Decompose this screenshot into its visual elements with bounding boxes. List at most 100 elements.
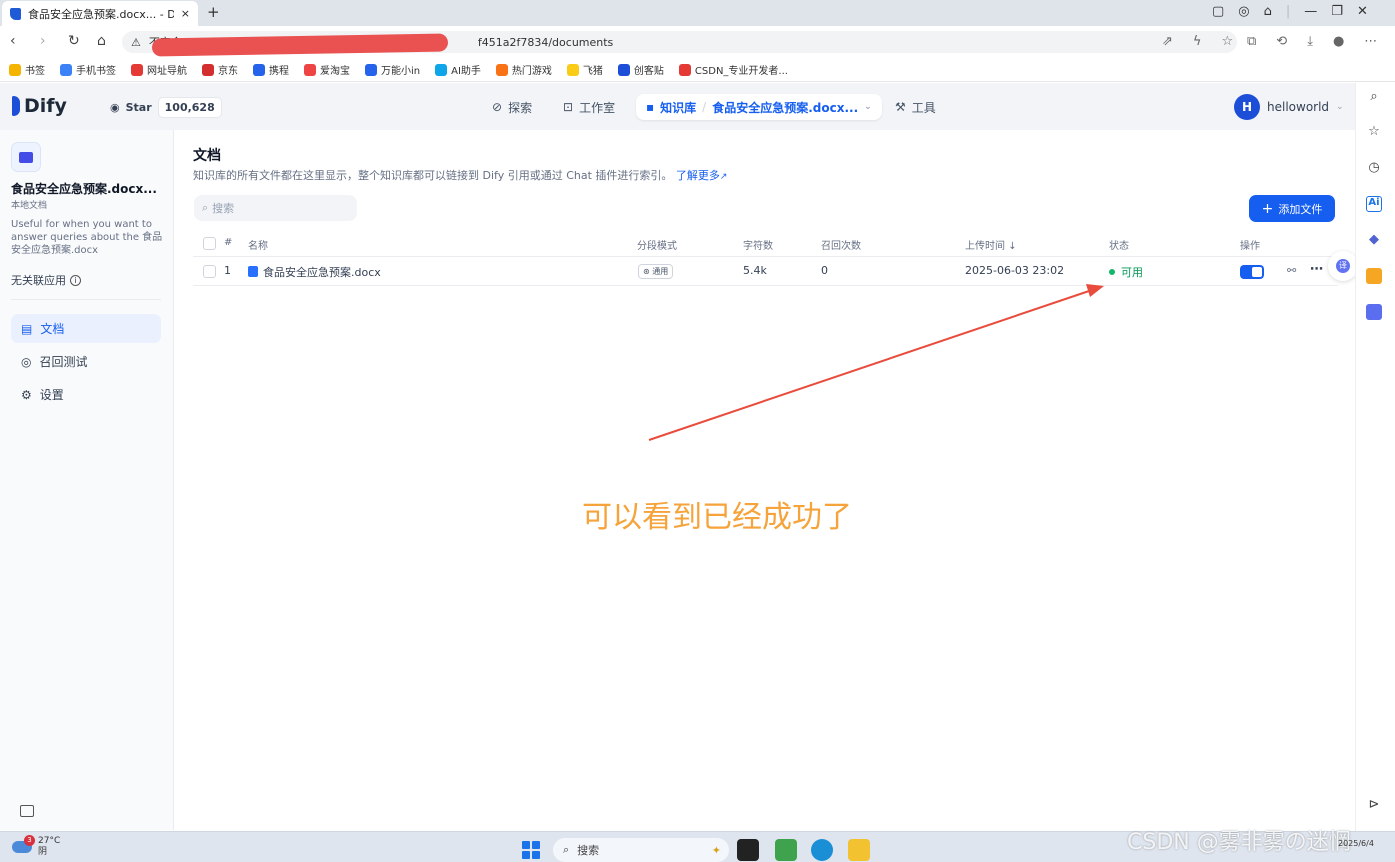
dify-logo[interactable]: Dify — [12, 95, 67, 117]
ai-icon[interactable]: Ai — [1366, 196, 1382, 212]
column-header-upload-time[interactable]: 上传时间 ↓ — [965, 237, 1017, 252]
dify-logo-icon — [12, 96, 20, 116]
workspaces-icon[interactable]: ◎ — [1238, 4, 1249, 19]
docx-file-icon — [248, 266, 258, 277]
back-icon[interactable]: ‹ — [10, 33, 16, 49]
sidebar-item-settings[interactable]: ⚙ 设置 — [11, 380, 161, 409]
nav-tools[interactable]: ⚒ 工具 — [885, 94, 946, 120]
bookmark-item[interactable]: 携程 — [253, 62, 289, 77]
bookmark-icon — [9, 63, 21, 76]
sort-arrow-icon: ↓ — [1008, 241, 1017, 252]
bookmark-item[interactable]: 书签 — [9, 62, 45, 77]
file-explorer-icon[interactable] — [848, 839, 870, 861]
nav-studio[interactable]: ⊡ 工作室 — [553, 94, 625, 120]
nav-studio-label: 工作室 — [579, 100, 616, 115]
dataset-type: 本地文档 — [11, 201, 48, 211]
search-icon[interactable]: ⌕ — [1366, 89, 1382, 105]
notification-badge: 3 — [24, 835, 35, 846]
close-window-icon[interactable]: ✕ — [1357, 4, 1368, 19]
external-link-icon[interactable]: ↗ — [720, 172, 728, 182]
bookmark-icon — [304, 63, 316, 76]
edge-browser-icon[interactable] — [811, 839, 833, 861]
expand-panel-icon[interactable]: ⊳ — [1366, 797, 1382, 813]
status-badge: 可用 — [1109, 264, 1143, 280]
restore-icon[interactable]: ❐ — [1331, 4, 1343, 19]
translate-icon[interactable] — [1366, 304, 1382, 320]
extensions-puzzle-icon[interactable]: ⧉ — [1247, 34, 1256, 49]
row-checkbox[interactable] — [203, 265, 216, 278]
bookmark-item[interactable]: 爱淘宝 — [304, 62, 350, 77]
bookmark-item[interactable]: 创客贴 — [617, 62, 664, 77]
favorite-star-icon[interactable]: ☆ — [1221, 34, 1233, 49]
collapse-sidebar-icon[interactable] — [20, 805, 34, 817]
github-star-widget[interactable]: ◉ Star 100,628 — [110, 97, 222, 118]
lightning-icon[interactable]: ϟ — [1193, 34, 1202, 49]
weather-widget[interactable]: 3 27°C 阴 — [12, 835, 60, 858]
sidebar-item-documents[interactable]: ▤ 文档 — [11, 314, 161, 343]
info-icon[interactable]: i — [70, 274, 81, 286]
translate-float-button[interactable]: 译 — [1328, 251, 1358, 281]
column-header-name: 名称 — [248, 241, 268, 252]
add-file-label: 添加文件 — [1278, 202, 1323, 216]
star-icon[interactable]: ☆ — [1366, 124, 1382, 140]
divider — [193, 285, 1338, 286]
column-header-chars: 字符数 — [743, 241, 773, 252]
bookmark-item[interactable]: 京东 — [202, 62, 238, 77]
clock-icon[interactable]: ◷ — [1366, 160, 1382, 176]
bookmark-item[interactable]: AI助手 — [435, 62, 481, 77]
reload-icon[interactable]: ↻ — [68, 33, 80, 49]
tab-close-icon[interactable]: × — [181, 7, 190, 20]
app-icon[interactable] — [775, 839, 797, 861]
game-controller-icon[interactable]: ◆ — [1366, 232, 1382, 248]
new-tab-button[interactable]: + — [207, 3, 220, 21]
downloads-icon[interactable]: ⤓ — [1307, 34, 1313, 49]
profile-avatar-icon[interactable]: ● — [1333, 34, 1344, 49]
learn-more-link[interactable]: 了解更多 — [676, 169, 720, 182]
clock: 2025/6/4 — [1338, 838, 1374, 850]
more-actions-icon[interactable]: ⋯ — [1310, 262, 1323, 277]
bookmark-item[interactable]: 手机书签 — [60, 62, 116, 77]
taskbar-search[interactable]: ⌕ 搜索 ✦ — [553, 838, 729, 862]
bookmark-item[interactable]: 万能小in — [365, 62, 420, 77]
divider — [11, 299, 161, 300]
document-name-link[interactable]: 食品安全应急预案.docx — [248, 264, 381, 280]
search-icon: ⌕ — [563, 843, 570, 856]
folder-icon — [11, 142, 41, 172]
github-star-label: Star — [125, 101, 152, 114]
more-menu-icon[interactable]: ⋯ — [1364, 34, 1377, 49]
task-view-icon[interactable] — [737, 839, 759, 861]
select-all-checkbox[interactable] — [203, 237, 216, 250]
bookmark-item[interactable]: CSDN_专业开发者... — [678, 62, 788, 77]
user-menu[interactable]: H helloworld ⌄ — [1234, 94, 1344, 120]
tab-actions-icon[interactable]: ▢ — [1212, 4, 1224, 19]
browser-tab[interactable]: 食品安全应急预案.docx... - Dify × — [2, 1, 198, 26]
bookmark-item[interactable]: 网址导航 — [131, 62, 187, 77]
enable-toggle[interactable] — [1240, 265, 1264, 279]
chevron-down-icon[interactable]: ⌄ — [864, 102, 872, 112]
nav-explore[interactable]: ⊘ 探索 — [482, 94, 542, 120]
bookmark-item[interactable]: 热门游戏 — [495, 62, 552, 77]
briefcase-icon[interactable] — [1366, 268, 1382, 284]
segment-settings-icon[interactable]: ⚯ — [1287, 264, 1296, 277]
nav-dataset-label[interactable]: 食品安全应急预案.docx... — [712, 99, 858, 116]
share-icon[interactable]: ⇗ — [1162, 34, 1173, 49]
sidebar-item-recall-test[interactable]: ◎ 召回测试 — [11, 347, 161, 376]
minimize-icon[interactable]: — — [1304, 4, 1317, 19]
add-file-button[interactable]: + 添加文件 — [1249, 195, 1335, 222]
nav-knowledge[interactable]: ▪ 知识库 / 食品安全应急预案.docx... ⌄ — [636, 94, 882, 120]
bookmark-icon — [495, 63, 508, 76]
forward-icon[interactable]: › — [40, 33, 46, 49]
chevron-down-icon: ⌄ — [1336, 102, 1344, 112]
home-icon[interactable]: ⌂ — [97, 33, 106, 49]
history-icon[interactable]: ⟲ — [1276, 34, 1287, 49]
translate-icon: 译 — [1336, 259, 1350, 273]
bookmark-item[interactable]: 飞猪 — [566, 62, 603, 77]
book-icon: ▪ — [646, 100, 655, 114]
github-icon: ◉ — [110, 101, 120, 114]
watermark: CSDN @雾非雾の迷惘 — [1127, 830, 1351, 855]
extensions-icon[interactable]: ⌂ — [1264, 4, 1272, 19]
document-icon: ▤ — [21, 321, 33, 336]
search-input[interactable]: ⌕ 搜索 — [194, 195, 357, 221]
windows-start-icon[interactable] — [522, 841, 540, 859]
search-placeholder: 搜索 — [212, 202, 235, 215]
